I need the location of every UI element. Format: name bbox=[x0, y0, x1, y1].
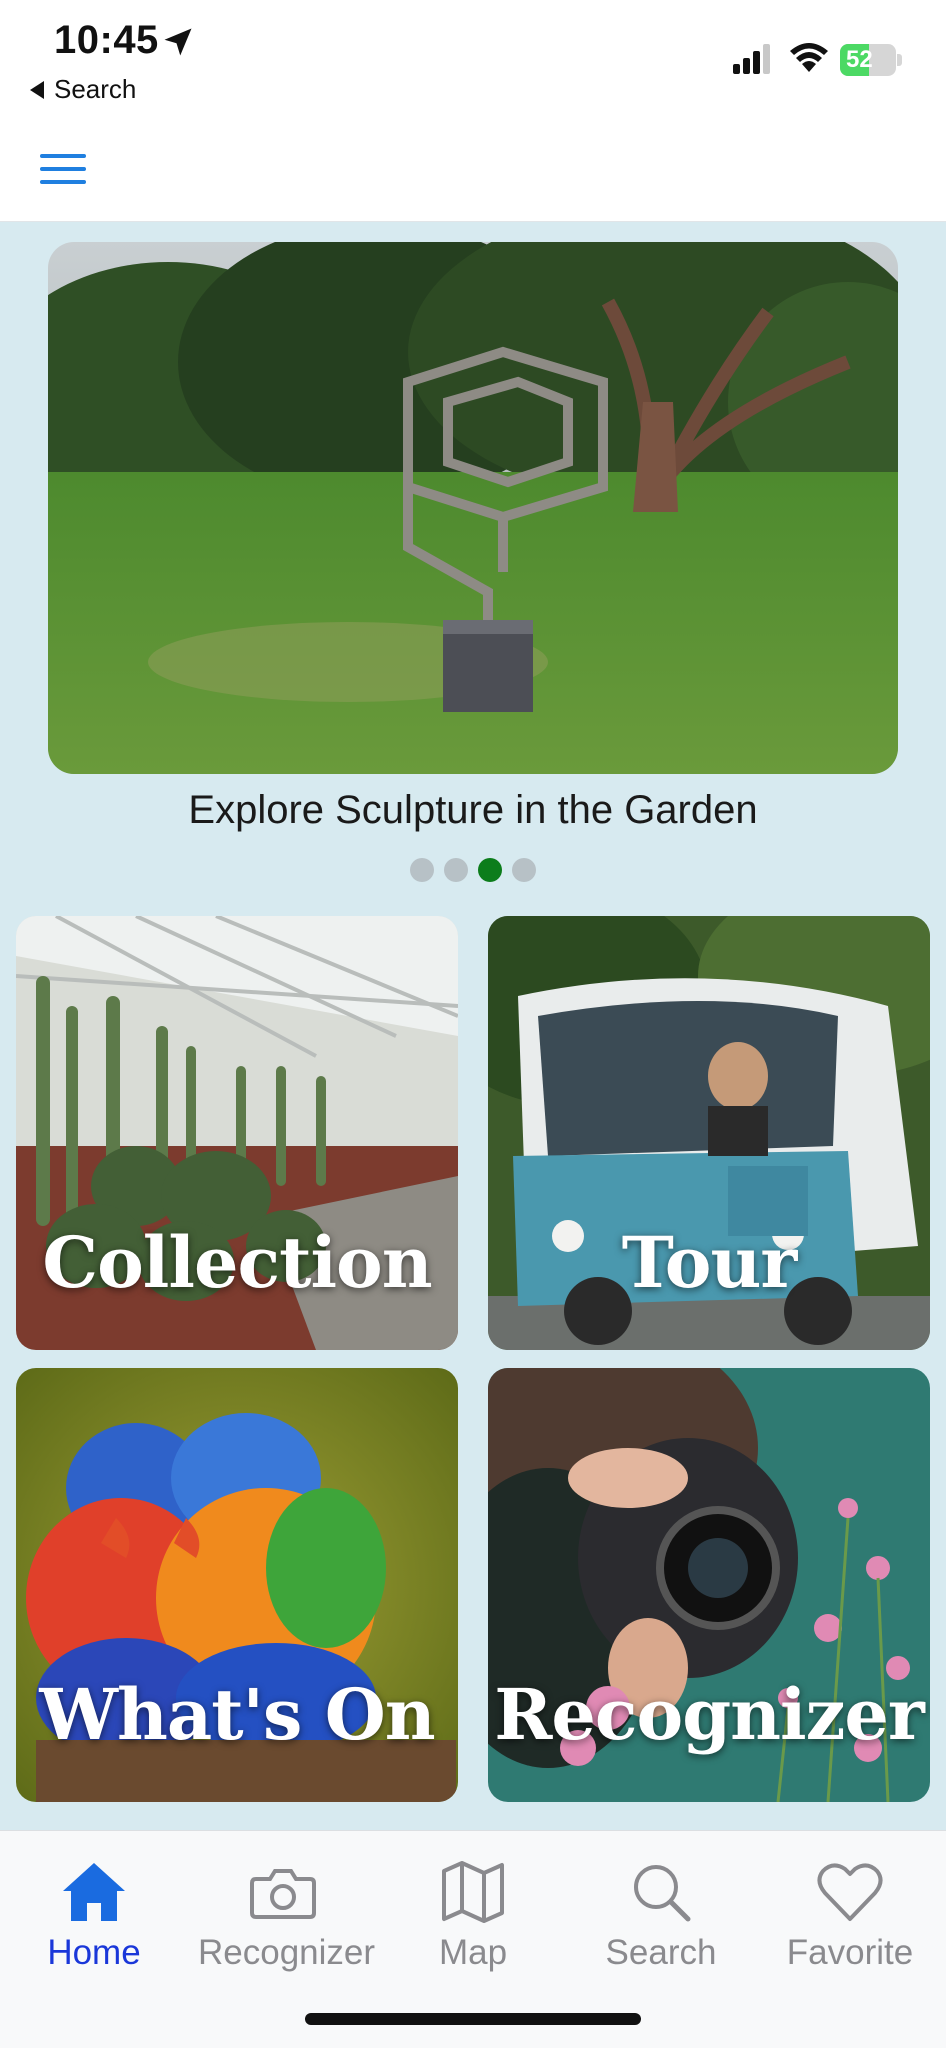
tab-recognizer[interactable]: Recognizer bbox=[198, 1859, 376, 1989]
camera-icon bbox=[250, 1869, 316, 1919]
recognizer-tile-label: Recognizer bbox=[494, 1673, 925, 1756]
tab-search[interactable]: Search bbox=[576, 1859, 746, 1989]
battery-percentage: 52 bbox=[846, 46, 873, 73]
carousel-dot[interactable] bbox=[410, 858, 434, 882]
cellular-signal-icon bbox=[733, 44, 770, 74]
status-bar: 10:45 Search 52 bbox=[0, 0, 946, 112]
whats-on-tile-label: What's On bbox=[39, 1673, 435, 1756]
back-to-search-label: Search bbox=[54, 74, 137, 104]
tab-home[interactable]: Home bbox=[9, 1859, 179, 1989]
battery-indicator: 52 bbox=[840, 44, 902, 76]
home-content: Explore Sculpture in the Garden Collecti… bbox=[0, 222, 946, 1830]
tour-tile[interactable]: Tour bbox=[488, 916, 930, 1350]
tab-home-label: Home bbox=[47, 1933, 141, 1972]
tab-recognizer-label: Recognizer bbox=[198, 1933, 376, 1972]
wifi-icon bbox=[790, 43, 828, 72]
collection-tile[interactable]: Collection bbox=[16, 916, 458, 1350]
carousel-dot[interactable] bbox=[478, 858, 502, 882]
tab-favorite[interactable]: Favorite bbox=[765, 1859, 935, 1989]
carousel-dot[interactable] bbox=[512, 858, 536, 882]
carousel-dot[interactable] bbox=[444, 858, 468, 882]
tab-map-label: Map bbox=[438, 1933, 508, 1972]
location-arrow-icon bbox=[164, 28, 192, 56]
back-triangle-icon bbox=[30, 80, 44, 99]
carousel-caption: Explore Sculpture in the Garden bbox=[188, 788, 758, 832]
app-bar bbox=[0, 112, 946, 222]
map-icon bbox=[442, 1861, 504, 1923]
tab-map[interactable]: Map bbox=[388, 1859, 558, 1989]
recognizer-tile[interactable]: Recognizer bbox=[488, 1368, 930, 1802]
carousel-page-indicator[interactable] bbox=[0, 858, 946, 886]
carousel-slide-image[interactable] bbox=[48, 242, 898, 774]
heart-icon bbox=[817, 1863, 883, 1921]
status-time: 10:45 bbox=[54, 18, 159, 62]
whats-on-tile[interactable]: What's On bbox=[16, 1368, 458, 1802]
collection-tile-label: Collection bbox=[42, 1221, 432, 1304]
tab-search-label: Search bbox=[605, 1933, 717, 1972]
home-indicator bbox=[305, 2013, 641, 2025]
back-to-search-link[interactable]: Search bbox=[30, 74, 136, 105]
hamburger-menu-icon[interactable] bbox=[40, 152, 86, 186]
magnifier-icon bbox=[634, 1865, 691, 1922]
house-icon bbox=[63, 1863, 125, 1921]
tab-favorite-label: Favorite bbox=[786, 1933, 914, 1972]
tour-tile-label: Tour bbox=[621, 1221, 798, 1304]
